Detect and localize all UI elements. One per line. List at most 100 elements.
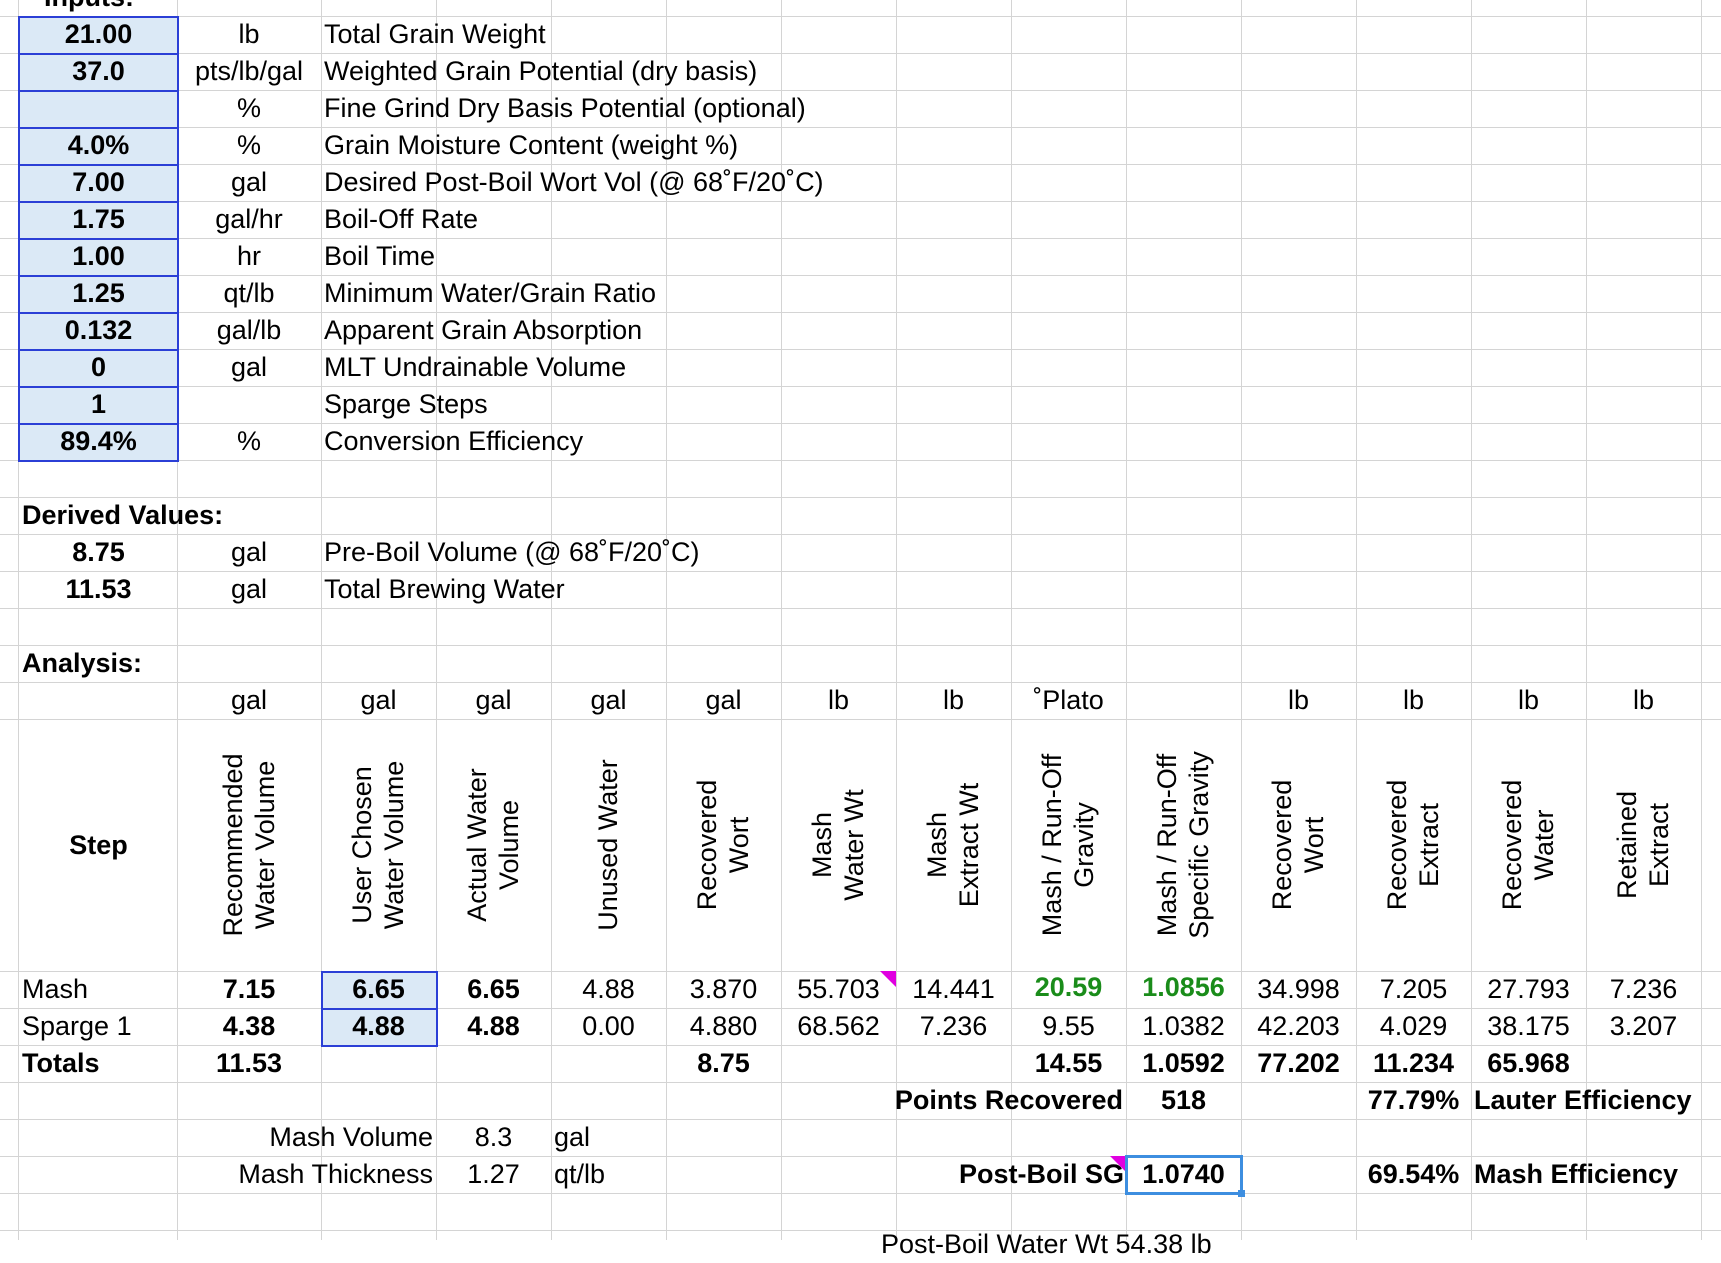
lauter-efficiency-value: 77.79%	[1367, 1085, 1460, 1115]
input-label: Minimum Water/Grain Ratio	[324, 278, 657, 308]
table-cell: 38.175	[1487, 1011, 1570, 1041]
table-cell: 9.55	[1042, 1011, 1095, 1041]
gridline	[321, 0, 322, 1240]
table-cell: 7.236	[1609, 974, 1678, 1004]
input-value: 1	[90, 389, 107, 419]
table-cell: 6.65	[352, 974, 405, 1004]
input-cell-fine-grind-potential[interactable]	[18, 90, 179, 129]
mash-thickness-unit: qt/lb	[554, 1159, 606, 1189]
points-recovered-label: Points Recovered	[894, 1085, 1123, 1115]
table-cell: 3.207	[1609, 1011, 1678, 1041]
table-cell: 7.236	[919, 1011, 988, 1041]
points-recovered-value: 518	[1160, 1085, 1207, 1115]
input-unit: gal	[230, 352, 268, 382]
table-cell: 3.870	[689, 974, 758, 1004]
table-cell: 4.88	[582, 974, 635, 1004]
input-label: Fine Grind Dry Basis Potential (optional…	[324, 93, 806, 123]
table-cell: 4.029	[1379, 1011, 1448, 1041]
input-label: Boil Time	[324, 241, 436, 271]
derived-title: Derived Values:	[22, 500, 224, 530]
table-cell: 1.0382	[1142, 1011, 1225, 1041]
step-label: Sparge 1	[22, 1011, 132, 1041]
column-unit: lb	[1402, 685, 1424, 715]
input-value: 0.132	[64, 315, 133, 345]
table-cell: 4.88	[467, 1011, 520, 1041]
column-header: User Chosen Water Volume	[347, 760, 409, 930]
input-unit: hr	[236, 241, 261, 271]
derived-label: Total Brewing Water	[324, 574, 565, 604]
input-value: 1.00	[72, 241, 125, 271]
input-unit: gal	[230, 167, 268, 197]
input-label: Sparge Steps	[324, 389, 488, 419]
table-cell: 14.441	[912, 974, 995, 1004]
column-header: Mash / Run-Off Gravity	[1037, 753, 1099, 937]
column-unit: gal	[230, 685, 268, 715]
comment-marker[interactable]	[880, 971, 896, 987]
input-value: 1.75	[72, 204, 125, 234]
input-unit: %	[236, 426, 261, 456]
mash-efficiency-label: Mash Efficiency	[1474, 1159, 1679, 1189]
column-header: Recommended Water Volume	[218, 753, 280, 937]
column-unit: lb	[1517, 685, 1539, 715]
table-cell: 4.88	[352, 1011, 405, 1041]
input-label: Grain Moisture Content (weight %)	[324, 130, 739, 160]
column-header: Actual Water Volume	[462, 768, 524, 922]
table-cell: 4.880	[689, 1011, 758, 1041]
table-cell: 11.234	[1372, 1048, 1455, 1078]
input-label: Conversion Efficiency	[324, 426, 584, 456]
column-header: Unused Water	[593, 759, 623, 931]
gridline	[0, 1193, 1721, 1194]
input-label: Apparent Grain Absorption	[324, 315, 643, 345]
input-unit: pts/lb/gal	[194, 56, 304, 86]
gridline	[0, 386, 1721, 387]
post-boil-sg-label: Post-Boil SG	[958, 1159, 1124, 1189]
post-boil-water-wt-row: Post-Boil Water Wt 54.38 lb	[881, 1229, 1212, 1259]
table-cell: 7.15	[222, 974, 276, 1004]
step-label: Totals	[22, 1048, 100, 1078]
derived-label: Pre-Boil Volume (@ 68˚F/20˚C)	[324, 537, 700, 567]
column-header: Recovered Water	[1497, 779, 1559, 911]
gridline	[1701, 0, 1702, 1240]
table-cell: 34.998	[1257, 974, 1340, 1004]
table-cell: 8.75	[697, 1048, 750, 1078]
column-header: Recovered Extract	[1382, 779, 1444, 911]
derived-unit: gal	[230, 574, 268, 604]
table-cell: 6.65	[467, 974, 520, 1004]
column-header: Recovered Wort	[692, 779, 754, 911]
derived-value: 11.53	[65, 574, 132, 604]
column-header: Mash Water Wt	[807, 789, 869, 901]
mash-efficiency-value: 69.54%	[1367, 1159, 1460, 1189]
column-unit: gal	[475, 685, 512, 715]
mash-thickness-value: 1.27	[467, 1159, 520, 1189]
input-label: Desired Post-Boil Wort Vol (@ 68˚F/20˚C)	[324, 167, 824, 197]
mash-volume-value: 8.3	[474, 1122, 513, 1152]
table-cell: 7.205	[1379, 974, 1448, 1004]
input-value: 1.25	[72, 278, 125, 308]
table-cell: 77.202	[1257, 1048, 1340, 1078]
table-cell: 11.53	[215, 1048, 283, 1078]
derived-value: 8.75	[72, 537, 125, 567]
table-cell: 4.38	[222, 1011, 276, 1041]
gridline	[1586, 0, 1587, 1240]
lauter-efficiency-label: Lauter Efficiency	[1474, 1085, 1692, 1115]
input-value: 0	[90, 352, 107, 382]
analysis-title: Analysis:	[22, 648, 143, 678]
input-label: Total Grain Weight	[324, 19, 546, 49]
column-unit: ˚Plato	[1033, 685, 1104, 715]
table-cell: 68.562	[797, 1011, 880, 1041]
table-cell: 55.703	[797, 974, 880, 1004]
gridline	[0, 497, 1721, 498]
table-cell: 1.0856	[1142, 972, 1225, 1002]
input-unit: lb	[238, 19, 260, 49]
mash-volume-unit: gal	[554, 1122, 591, 1152]
column-header: Recovered Wort	[1267, 779, 1329, 911]
input-unit: gal/lb	[216, 315, 282, 345]
column-unit: lb	[1287, 685, 1309, 715]
table-cell: 20.59	[1034, 972, 1103, 1002]
table-cell: 0.00	[582, 1011, 635, 1041]
column-unit: gal	[705, 685, 742, 715]
input-unit: %	[236, 93, 261, 123]
input-label: MLT Undrainable Volume	[324, 352, 627, 382]
input-label: Boil-Off Rate	[324, 204, 479, 234]
gridline	[896, 0, 897, 1240]
